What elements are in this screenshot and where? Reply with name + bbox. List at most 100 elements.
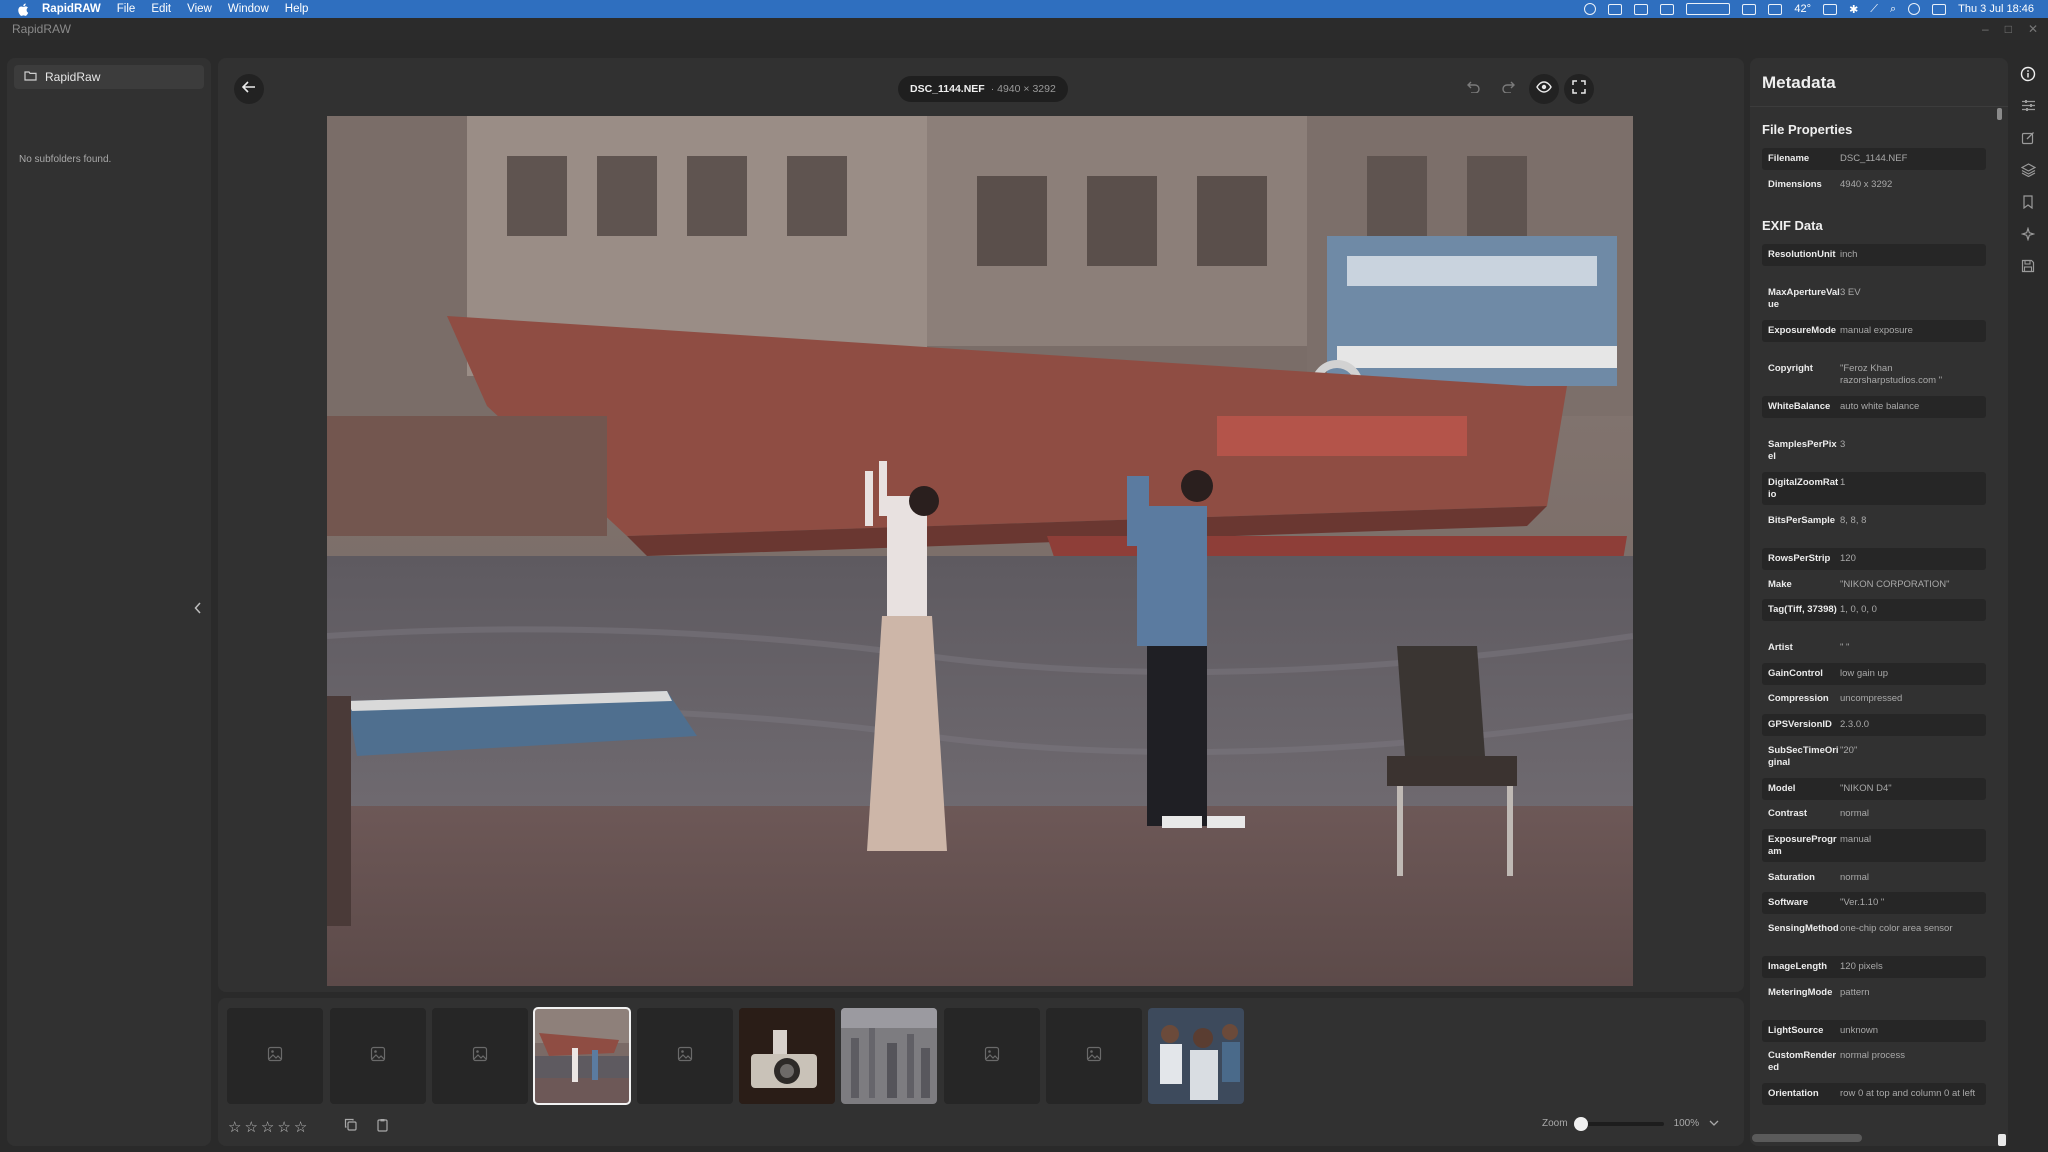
metadata-key: Orientation xyxy=(1768,1088,1819,1100)
divider xyxy=(1750,106,2008,107)
section-title-exif: EXIF Data xyxy=(1762,218,1823,233)
info-icon xyxy=(2020,66,2036,87)
thumbnail[interactable] xyxy=(1046,1008,1142,1104)
chevron-down-icon[interactable] xyxy=(1709,1118,1719,1129)
thumbnail[interactable] xyxy=(841,1008,937,1104)
thumbnail[interactable] xyxy=(227,1008,323,1104)
image-placeholder-icon xyxy=(472,1046,488,1067)
metadata-key: CustomRendered xyxy=(1768,1050,1837,1074)
status-chart-icon[interactable] xyxy=(1768,3,1783,15)
zoom-slider-handle[interactable] xyxy=(1573,1116,1588,1131)
paste-settings-button[interactable] xyxy=(374,1118,390,1137)
window-title-bar: RapidRAW – □ ✕ xyxy=(0,18,2048,40)
metadata-value: pattern xyxy=(1840,986,1870,998)
metadata-row: DigitalZoomRatio 1 xyxy=(1762,472,1986,505)
thumbnail-selected[interactable] xyxy=(533,1007,631,1105)
crop-tab-button[interactable] xyxy=(2016,128,2040,152)
panel-title: Metadata xyxy=(1762,73,1836,92)
collapse-panel-button[interactable] xyxy=(191,596,205,624)
thumbnail[interactable] xyxy=(432,1008,528,1104)
redo-button[interactable] xyxy=(1494,74,1524,104)
scroll-corner[interactable] xyxy=(1998,1134,2006,1146)
menu-help[interactable]: Help xyxy=(285,3,309,15)
control-center-icon[interactable] xyxy=(1932,3,1947,15)
maximize-button[interactable]: □ xyxy=(2005,22,2012,36)
thumbnail[interactable] xyxy=(637,1008,733,1104)
info-tab-button[interactable] xyxy=(2016,64,2040,88)
status-grid-icon[interactable] xyxy=(1742,3,1757,15)
status-a-icon[interactable] xyxy=(1660,3,1675,15)
thumbnail[interactable] xyxy=(739,1008,835,1104)
metadata-key: Compression xyxy=(1768,693,1829,705)
thumbnail[interactable] xyxy=(330,1008,426,1104)
close-button[interactable]: ✕ xyxy=(2028,22,2038,36)
status-camera-icon[interactable] xyxy=(1634,3,1649,15)
presets-tab-button[interactable] xyxy=(2016,192,2040,216)
metadata-scrollbar[interactable] xyxy=(1997,108,2002,120)
metadata-value: unknown xyxy=(1840,1024,1879,1036)
metadata-key: Software xyxy=(1768,897,1809,909)
status-network-icon[interactable] xyxy=(1608,3,1623,15)
adjustments-tab-button[interactable] xyxy=(2016,96,2040,120)
metadata-value: 1, 0, 0, 0 xyxy=(1840,604,1877,616)
star-icon[interactable]: ☆ xyxy=(294,1120,307,1135)
bluetooth-icon[interactable]: ✱ xyxy=(1849,3,1858,16)
metadata-value: normal process xyxy=(1840,1050,1905,1062)
thumbnail[interactable] xyxy=(944,1008,1040,1104)
fullscreen-button[interactable] xyxy=(1564,74,1594,104)
bookmark-icon xyxy=(2022,194,2034,214)
status-window-icon[interactable] xyxy=(1823,3,1838,15)
undo-button[interactable] xyxy=(1458,74,1488,104)
metadata-row: CustomRendered normal process xyxy=(1762,1045,1986,1078)
metadata-value: 8, 8, 8 xyxy=(1840,515,1867,526)
section-title-file-properties: File Properties xyxy=(1762,122,1853,137)
apple-menu-icon[interactable] xyxy=(14,0,32,18)
star-icon[interactable]: ☆ xyxy=(277,1120,290,1135)
file-info-pill: DSC_1144.NEF · 4940 × 3292 xyxy=(898,76,1068,102)
export-tab-button[interactable] xyxy=(2016,256,2040,280)
back-button[interactable] xyxy=(234,74,264,104)
show-original-button[interactable] xyxy=(1529,74,1559,104)
metadata-row: ResolutionUnit inch xyxy=(1762,244,1986,266)
status-eye-icon[interactable] xyxy=(1584,3,1597,15)
main-photo[interactable] xyxy=(327,116,1633,986)
clock-icon[interactable] xyxy=(1908,3,1921,15)
metadata-value: manual xyxy=(1840,833,1872,845)
thumbnail-photo-city xyxy=(841,1008,937,1104)
ai-tab-button[interactable] xyxy=(2016,224,2040,248)
sliders-icon xyxy=(2021,99,2036,117)
spotlight-search-icon[interactable]: ⌕ xyxy=(1890,3,1896,16)
zoom-slider[interactable] xyxy=(1573,1116,1664,1131)
menu-edit[interactable]: Edit xyxy=(151,3,171,15)
metadata-row: Artist " " xyxy=(1762,637,1986,659)
app-menu[interactable]: RapidRAW xyxy=(42,3,101,15)
metadata-row: WhiteBalance auto white balance xyxy=(1762,396,1986,418)
masks-tab-button[interactable] xyxy=(2016,160,2040,184)
star-icon[interactable]: ☆ xyxy=(244,1120,257,1135)
temperature-label[interactable]: 42° xyxy=(1794,3,1811,15)
metadata-key: MaxApertureValue xyxy=(1768,287,1840,310)
thumbnail[interactable] xyxy=(1148,1008,1244,1104)
folder-item-root[interactable]: RapidRaw xyxy=(14,65,204,89)
metadata-value: auto white balance xyxy=(1840,401,1920,412)
fullscreen-icon xyxy=(1572,79,1586,99)
minimize-button[interactable]: – xyxy=(1982,22,1989,36)
metadata-value: "Ver.1.10 " xyxy=(1840,897,1885,909)
wifi-off-icon[interactable]: ⟋ xyxy=(1870,3,1878,16)
save-icon xyxy=(2021,259,2035,278)
menubar-clock[interactable]: Thu 3 Jul 18:46 xyxy=(1958,3,2034,15)
status-meter-icon[interactable] xyxy=(1686,3,1731,15)
menu-window[interactable]: Window xyxy=(228,3,269,15)
star-icon[interactable]: ☆ xyxy=(228,1120,241,1135)
metadata-row: Dimensions 4940 x 3292 xyxy=(1762,174,1986,196)
clipboard-icon xyxy=(376,1118,389,1137)
metadata-key: ImageLength xyxy=(1768,961,1828,972)
metadata-value: 3 xyxy=(1840,439,1846,450)
metadata-row: SubSecTimeOriginal "20" xyxy=(1762,740,1986,773)
star-icon[interactable]: ☆ xyxy=(261,1120,274,1135)
undo-icon xyxy=(1466,80,1480,98)
menu-file[interactable]: File xyxy=(117,3,136,15)
horizontal-scrollbar[interactable] xyxy=(1752,1134,1862,1142)
copy-settings-button[interactable] xyxy=(342,1118,358,1135)
menu-view[interactable]: View xyxy=(187,3,212,15)
